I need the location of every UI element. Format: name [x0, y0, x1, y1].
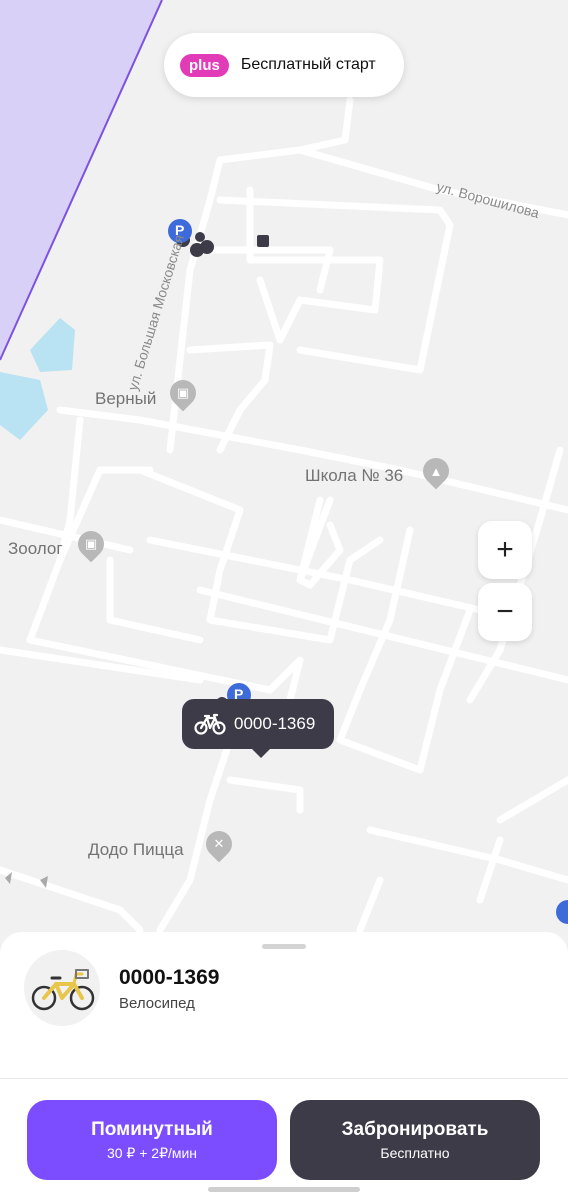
vehicle-type: Велосипед [119, 995, 195, 1012]
reserve-button[interactable]: Забронировать Бесплатно [290, 1100, 540, 1180]
place-label-verny: Верный [95, 389, 157, 408]
zoom-in-button[interactable]: + [478, 521, 532, 579]
place-label-zoolog: Зоолог [8, 539, 63, 558]
per-minute-ride-button[interactable]: Поминутный 30 ₽ + 2₽/мин [27, 1100, 277, 1180]
zoom-out-button[interactable]: − [478, 583, 532, 641]
vehicle-id: 0000-1369 [119, 966, 220, 989]
vehicle-map-tooltip[interactable]: 0000-1369 [182, 699, 334, 758]
bicycle-photo [24, 950, 100, 1026]
graduation-cap-icon[interactable]: ▲ [417, 452, 455, 490]
promo-banner[interactable]: plus Бесплатный старт [164, 33, 404, 97]
bicycle-icon [194, 713, 226, 735]
place-label-dodo-pizza: Додо Пицца [88, 840, 184, 859]
promo-text: Бесплатный старт [240, 56, 376, 73]
tooltip-vehicle-id: 0000-1369 [234, 714, 316, 733]
vehicle-bottom-sheet: 0000-1369 Велосипед Поминутный 30 ₽ + 2₽… [0, 932, 568, 1200]
plus-badge: plus [180, 53, 229, 77]
sheet-drag-handle[interactable] [262, 944, 306, 949]
shopping-bag-icon[interactable]: ▣ [72, 525, 110, 563]
reserve-price: Бесплатно [380, 1145, 450, 1161]
map-view[interactable]: P P ул. Большая Московская ул. Ворошилов… [0, 0, 568, 960]
sheet-divider [0, 1078, 568, 1079]
fork-knife-icon[interactable]: ✕ [200, 825, 238, 863]
per-minute-price: 30 ₽ + 2₽/мин [106, 1144, 198, 1161]
home-indicator[interactable] [208, 1187, 360, 1192]
place-label-school-36: Школа № 36 [305, 466, 404, 485]
per-minute-label: Поминутный [91, 1118, 213, 1140]
shopping-bag-icon[interactable]: ▣ [164, 374, 202, 412]
reserve-label: Забронировать [341, 1119, 489, 1140]
yellow-bicycle-icon [31, 969, 95, 1011]
map-roads [0, 0, 568, 934]
